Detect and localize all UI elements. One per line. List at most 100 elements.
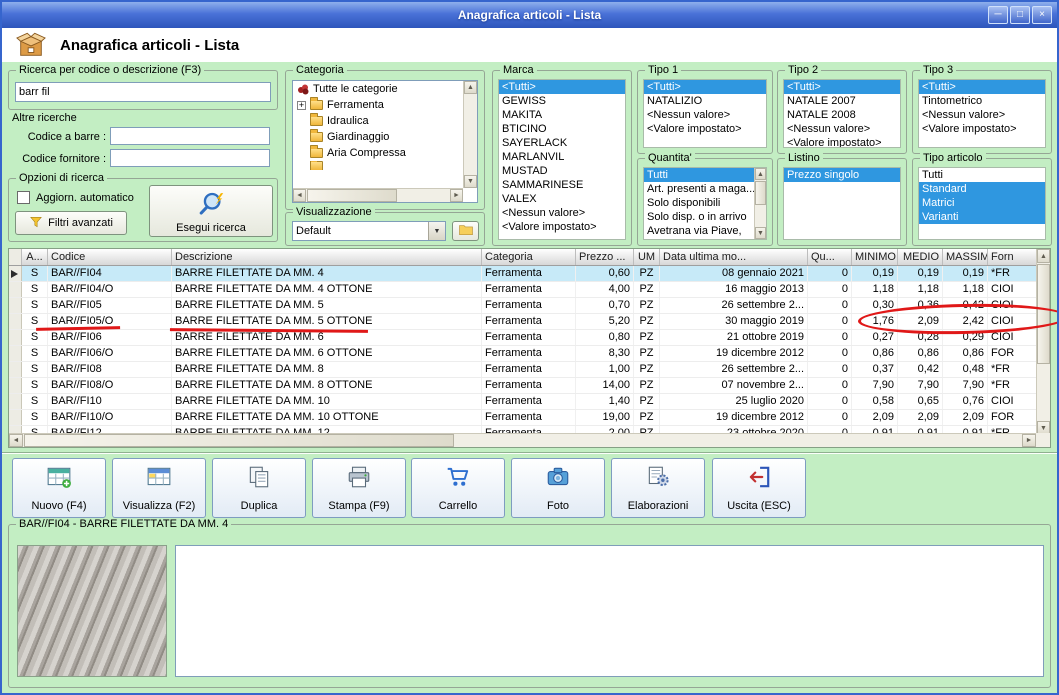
scrollbar-thumb[interactable] <box>755 181 766 205</box>
col-header-minimo[interactable]: MINIMO <box>852 249 898 265</box>
cart-button[interactable]: Carrello <box>411 458 505 518</box>
photo-button[interactable]: Foto <box>511 458 605 518</box>
list-item[interactable]: Varianti <box>919 210 1045 224</box>
scroll-down-icon[interactable]: ▼ <box>464 175 477 188</box>
titlebar[interactable]: Anagrafica articoli - Lista ─ □ × <box>2 2 1057 28</box>
scroll-up-icon[interactable]: ▲ <box>464 81 477 94</box>
scroll-down-icon[interactable]: ▼ <box>755 227 766 239</box>
table-row[interactable]: S BAR//FI10 BARRE FILETTATE DA MM. 10 Fe… <box>9 394 1036 410</box>
list-item[interactable]: NATALE 2008 <box>784 108 900 122</box>
table-row[interactable]: S BAR//FI06/O BARRE FILETTATE DA MM. 6 O… <box>9 346 1036 362</box>
list-item[interactable]: BTICINO <box>499 122 625 136</box>
list-item[interactable]: Solo disponibili <box>644 196 754 210</box>
notes-area[interactable] <box>175 545 1044 677</box>
list-item[interactable]: Standard <box>919 182 1045 196</box>
processing-button[interactable]: Elaborazioni <box>611 458 705 518</box>
list-item[interactable]: <Valore impostato> <box>499 220 625 234</box>
list-item[interactable]: <Tutti> <box>499 80 625 94</box>
view-button[interactable]: Visualizza (F2) <box>112 458 206 518</box>
col-header-massimo[interactable]: MASSIMO <box>943 249 988 265</box>
list-item[interactable]: Avetrana via Piave, <box>644 224 754 238</box>
list-item[interactable]: <Valore impostato> <box>784 136 900 148</box>
table-row[interactable]: S BAR//FI04/O BARRE FILETTATE DA MM. 4 O… <box>9 282 1036 298</box>
scroll-up-icon[interactable]: ▲ <box>1037 249 1050 263</box>
scrollbar-thumb[interactable] <box>24 434 454 447</box>
quantity-scrollbar[interactable]: ▲ ▼ <box>754 168 766 239</box>
tree-item-aria-compressa[interactable]: Aria Compressa <box>293 145 463 161</box>
grid-vertical-scrollbar[interactable]: ▲ ▼ <box>1036 249 1050 435</box>
list-item[interactable]: <Valore impostato> <box>919 122 1045 136</box>
list-item[interactable]: <Nessun valore> <box>644 108 766 122</box>
list-item[interactable]: <Tutti> <box>644 80 766 94</box>
scrollbar-thumb[interactable] <box>307 189 397 202</box>
scroll-left-icon[interactable]: ◄ <box>9 434 23 447</box>
supplier-code-input[interactable] <box>110 149 270 167</box>
table-row[interactable]: S BAR//FI05/O BARRE FILETTATE DA MM. 5 O… <box>9 314 1036 330</box>
table-row[interactable]: S BAR//FI08/O BARRE FILETTATE DA MM. 8 O… <box>9 378 1036 394</box>
tree-item-all-categories[interactable]: Tutte le categorie <box>293 81 463 97</box>
minimize-button[interactable]: ─ <box>988 6 1008 24</box>
list-item[interactable]: <Valore impostato> <box>644 122 766 136</box>
col-header-quantita[interactable]: Qu... <box>808 249 852 265</box>
barcode-input[interactable] <box>110 127 270 145</box>
col-header-descrizione[interactable]: Descrizione <box>172 249 482 265</box>
list-item[interactable]: <Tutti> <box>784 80 900 94</box>
advanced-filters-button[interactable]: Filtri avanzati <box>15 211 127 235</box>
chevron-down-icon[interactable]: ▼ <box>428 222 445 240</box>
table-row[interactable]: S BAR//FI06 BARRE FILETTATE DA MM. 6 Fer… <box>9 330 1036 346</box>
col-header-data-modifica[interactable]: Data ultima mo... <box>660 249 808 265</box>
col-header-um[interactable]: UM <box>634 249 660 265</box>
list-item[interactable]: MUSTAD <box>499 164 625 178</box>
expand-icon[interactable]: + <box>297 101 306 110</box>
scroll-right-icon[interactable]: ► <box>1022 434 1036 447</box>
print-button[interactable]: Stampa (F9) <box>312 458 406 518</box>
tree-item-clipped[interactable] <box>293 161 463 170</box>
grid-horizontal-scrollbar[interactable]: ◄ ► <box>9 433 1036 447</box>
run-search-button[interactable]: Esegui ricerca <box>149 185 273 237</box>
list-item[interactable]: NATALE 2007 <box>784 94 900 108</box>
list-item[interactable]: MARLANVIL <box>499 150 625 164</box>
tree-item-ferramenta[interactable]: + Ferramenta <box>293 97 463 113</box>
view-folder-button[interactable] <box>452 221 479 241</box>
list-item[interactable]: Tutti <box>919 168 1045 182</box>
table-row[interactable]: S BAR//FI04 BARRE FILETTATE DA MM. 4 Fer… <box>9 266 1036 282</box>
view-select[interactable]: Default ▼ <box>292 221 446 241</box>
list-item[interactable]: VALEX <box>499 192 625 206</box>
tree-item-giardinaggio[interactable]: Giardinaggio <box>293 129 463 145</box>
list-item[interactable]: GEWISS <box>499 94 625 108</box>
list-item[interactable]: <Tutti> <box>919 80 1045 94</box>
search-input[interactable] <box>15 82 271 102</box>
col-header-attivo[interactable]: A... <box>22 249 48 265</box>
list-item[interactable]: Art. presenti a maga... <box>644 182 754 196</box>
list-item[interactable]: <Nessun valore> <box>499 206 625 220</box>
list-item[interactable]: SAYERLACK <box>499 136 625 150</box>
tree-item-idraulica[interactable]: Idraulica <box>293 113 463 129</box>
auto-update-checkbox[interactable] <box>17 191 30 204</box>
list-item[interactable]: <Nessun valore> <box>919 108 1045 122</box>
col-header-categoria[interactable]: Categoria <box>482 249 576 265</box>
list-item[interactable]: MAKITA <box>499 108 625 122</box>
maximize-button[interactable]: □ <box>1010 6 1030 24</box>
scrollbar-thumb[interactable] <box>1037 264 1050 364</box>
col-header-medio[interactable]: MEDIO <box>898 249 943 265</box>
table-row[interactable]: S BAR//FI05 BARRE FILETTATE DA MM. 5 Fer… <box>9 298 1036 314</box>
scroll-right-icon[interactable]: ► <box>450 189 463 202</box>
list-item[interactable]: Tutti <box>644 168 754 182</box>
duplicate-button[interactable]: Duplica <box>212 458 306 518</box>
list-item[interactable]: Matrici <box>919 196 1045 210</box>
category-horizontal-scrollbar[interactable]: ◄ ► <box>293 188 463 202</box>
list-item[interactable]: Solo disp. o in arrivo <box>644 210 754 224</box>
close-button[interactable]: × <box>1032 6 1052 24</box>
table-row[interactable]: S BAR//FI10/O BARRE FILETTATE DA MM. 10 … <box>9 410 1036 426</box>
table-row[interactable]: S BAR//FI08 BARRE FILETTATE DA MM. 8 Fer… <box>9 362 1036 378</box>
list-item[interactable]: <Nessun valore> <box>784 122 900 136</box>
scroll-left-icon[interactable]: ◄ <box>293 189 306 202</box>
exit-button[interactable]: Uscita (ESC) <box>712 458 806 518</box>
list-item[interactable]: Tintometrico <box>919 94 1045 108</box>
list-item[interactable]: NATALIZIO <box>644 94 766 108</box>
col-header-fornitore[interactable]: Forn <box>988 249 1038 265</box>
category-vertical-scrollbar[interactable]: ▲ ▼ <box>463 81 477 188</box>
list-item[interactable]: Prezzo singolo <box>784 168 900 182</box>
new-button[interactable]: Nuovo (F4) <box>12 458 106 518</box>
col-header-prezzo[interactable]: Prezzo ... <box>576 249 634 265</box>
